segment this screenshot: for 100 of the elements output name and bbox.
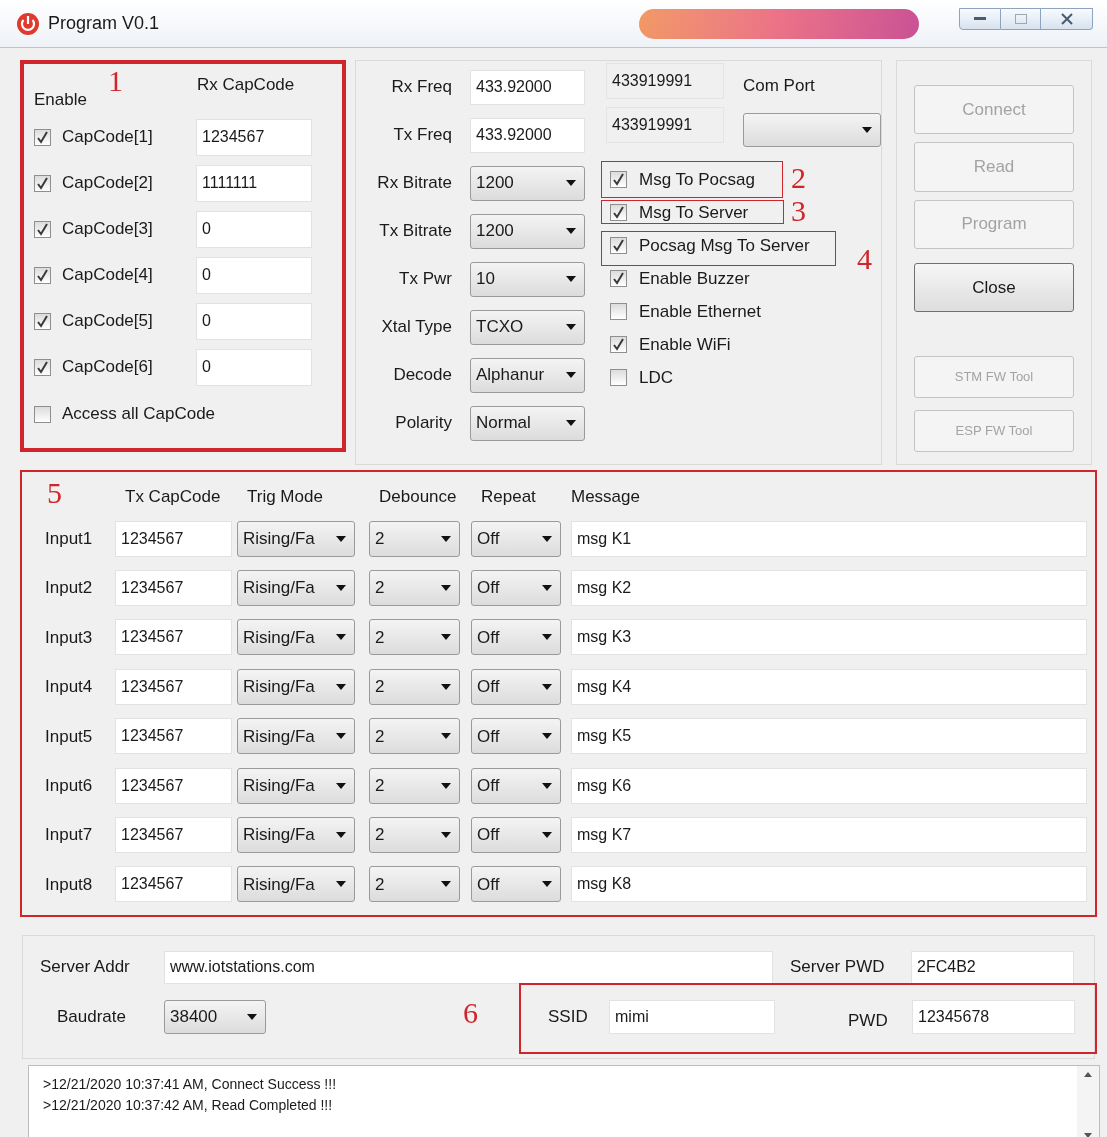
dropdown[interactable]: 2: [369, 570, 460, 607]
caret-icon: [336, 733, 346, 740]
annotation-number: 1: [108, 66, 123, 96]
minimize-button[interactable]: [959, 7, 1001, 30]
dropdown[interactable]: 2: [369, 866, 460, 903]
dropdown[interactable]: Off: [471, 619, 561, 656]
input-field[interactable]: msg K1: [571, 520, 1087, 557]
input-field[interactable]: 2FC4B2: [911, 950, 1074, 984]
close-icon: [1060, 12, 1073, 25]
dropdown[interactable]: Rising/Fa: [237, 767, 355, 804]
caret-icon: [566, 372, 576, 378]
input-field[interactable]: 0: [196, 348, 312, 386]
dropdown[interactable]: 10: [470, 261, 585, 297]
input-field[interactable]: 1234567: [115, 718, 232, 755]
row-label: Input1: [45, 527, 94, 550]
checkbox[interactable]: [610, 204, 627, 221]
field-label: Xtal Type: [380, 316, 452, 339]
dialog-button[interactable]: Close: [914, 262, 1074, 312]
input-field[interactable]: 0: [196, 256, 312, 294]
dropdown[interactable]: TCXO: [470, 309, 585, 345]
input-field[interactable]: 1234567: [196, 118, 312, 156]
dropdown[interactable]: Off: [471, 817, 561, 854]
caret-icon: [441, 832, 451, 839]
input-field[interactable]: 0: [196, 210, 312, 248]
scrollbar[interactable]: [1077, 1066, 1099, 1137]
input-field[interactable]: msg K8: [571, 866, 1087, 903]
dropdown[interactable]: Rising/Fa: [237, 866, 355, 903]
input-field[interactable]: 433.92000: [470, 69, 585, 105]
checkbox-label: Enable WiFi: [639, 335, 731, 354]
input-field[interactable]: 1234567: [115, 866, 232, 903]
dropdown[interactable]: Off: [471, 570, 561, 607]
caret-icon: [566, 180, 576, 186]
dropdown[interactable]: 1200: [470, 165, 585, 201]
input-field[interactable]: 433.92000: [470, 117, 585, 153]
input-field[interactable]: 1234567: [115, 817, 232, 854]
checkbox[interactable]: [610, 270, 627, 287]
column-header: Message: [571, 486, 641, 508]
dropdown[interactable]: Rising/Fa: [237, 817, 355, 854]
dropdown[interactable]: Off: [471, 866, 561, 903]
close-button[interactable]: [1041, 7, 1093, 30]
dropdown[interactable]: Off: [471, 767, 561, 804]
input-field[interactable]: 12345678: [912, 1000, 1075, 1034]
dropdown[interactable]: 2: [369, 619, 460, 656]
checkbox[interactable]: [34, 358, 51, 376]
input-field[interactable]: 1234567: [115, 767, 232, 804]
dropdown[interactable]: 1200: [470, 213, 585, 249]
input-field[interactable]: msg K3: [571, 619, 1087, 656]
dropdown[interactable]: Alphanur: [470, 357, 585, 393]
field-label: Baudrate: [57, 1006, 127, 1029]
dropdown[interactable]: Rising/Fa: [237, 718, 355, 755]
input-field[interactable]: www.iotstations.com: [164, 950, 773, 984]
caret-icon: [566, 324, 576, 330]
dropdown[interactable]: Normal: [470, 405, 585, 441]
input-field[interactable]: msg K2: [571, 570, 1087, 607]
app-icon: [16, 11, 40, 36]
row-label: Input4: [45, 676, 94, 699]
dropdown[interactable]: [743, 113, 881, 147]
input-field[interactable]: 1234567: [115, 570, 232, 607]
checkbox-label: CapCode[4]: [62, 264, 154, 287]
dropdown[interactable]: 2: [369, 520, 460, 557]
checkbox[interactable]: [610, 171, 627, 188]
checkbox[interactable]: [34, 128, 51, 146]
dropdown[interactable]: Rising/Fa: [237, 619, 355, 656]
checkbox[interactable]: [34, 405, 51, 423]
dropdown[interactable]: Off: [471, 668, 561, 705]
input-field[interactable]: 1111111: [196, 164, 312, 202]
input-field[interactable]: msg K7: [571, 817, 1087, 854]
dropdown[interactable]: 2: [369, 718, 460, 755]
checkbox[interactable]: [34, 312, 51, 330]
input-field[interactable]: 1234567: [115, 668, 232, 705]
field-label: Tx Pwr: [398, 268, 452, 291]
dropdown[interactable]: 2: [369, 767, 460, 804]
dropdown[interactable]: Rising/Fa: [237, 668, 355, 705]
checkbox[interactable]: [34, 174, 51, 192]
dropdown[interactable]: 2: [369, 817, 460, 854]
dropdown[interactable]: Off: [471, 520, 561, 557]
dropdown[interactable]: 2: [369, 668, 460, 705]
input-field[interactable]: 1234567: [115, 520, 232, 557]
input-field[interactable]: msg K5: [571, 718, 1087, 755]
input-field[interactable]: 0: [196, 302, 312, 340]
input-field[interactable]: mimi: [609, 1000, 775, 1034]
field-label: SSID: [548, 1006, 589, 1029]
dropdown[interactable]: Rising/Fa: [237, 520, 355, 557]
checkbox[interactable]: [610, 237, 627, 254]
checkbox[interactable]: [610, 303, 627, 320]
dropdown[interactable]: 38400: [164, 1000, 266, 1034]
checkbox[interactable]: [610, 369, 627, 386]
checkbox[interactable]: [610, 336, 627, 353]
input-field[interactable]: 1234567: [115, 619, 232, 656]
checkbox[interactable]: [34, 266, 51, 284]
input-field[interactable]: msg K4: [571, 668, 1087, 705]
column-header: Repeat: [480, 486, 537, 508]
dropdown[interactable]: Rising/Fa: [237, 570, 355, 607]
readout-field[interactable]: 433919991: [606, 107, 724, 143]
caret-icon: [336, 634, 346, 641]
checkbox[interactable]: [34, 220, 51, 238]
dropdown[interactable]: Off: [471, 718, 561, 755]
input-field[interactable]: msg K6: [571, 767, 1087, 804]
window-title: Program V0.1: [48, 12, 160, 35]
readout-field[interactable]: 433919991: [606, 63, 724, 99]
